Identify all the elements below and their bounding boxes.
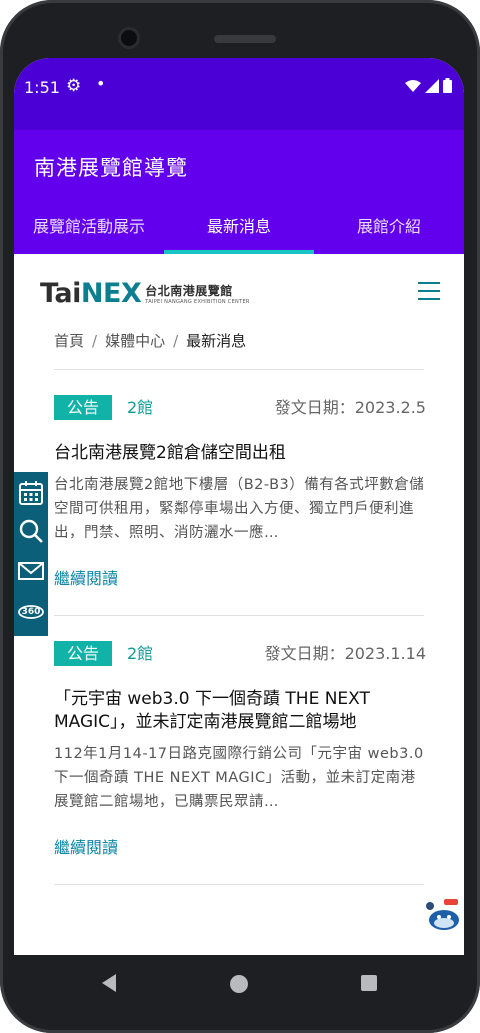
screen: 1:51 ⚙ • 南港展覽館導覽 展覽館活動展示 最新消息 展館介紹 TaiNE… (14, 58, 464, 955)
battery-icon (443, 78, 452, 93)
mascot-chatbot-icon[interactable] (424, 896, 460, 932)
logo-subtitle: 台北南港展覽館 TAIPEI NANGANG EXHIBITION CENTER (145, 282, 249, 305)
front-camera (118, 27, 140, 49)
status-icons (405, 78, 452, 93)
tab-latest-news[interactable]: 最新消息 (164, 210, 314, 254)
search-icon[interactable] (18, 518, 44, 544)
wifi-icon (405, 79, 421, 92)
news-item: 公告 2館 發文日期：2023.1.14 「元宇宙 web3.0 下一個奇蹟 T… (54, 641, 426, 858)
home-icon[interactable] (230, 975, 248, 993)
svg-text:360: 360 (22, 607, 41, 617)
tab-venue-intro[interactable]: 展館介紹 (314, 210, 464, 254)
logo-nex: NEX (80, 278, 142, 309)
read-more-link[interactable]: 繼續閱讀 (54, 834, 426, 858)
news-title[interactable]: 「元宇宙 web3.0 下一個奇蹟 THE NEXT MAGIC」，並未訂定南港… (54, 688, 426, 734)
status-time: 1:51 (24, 78, 60, 97)
side-toolbar: 360 (14, 472, 48, 636)
category-tag: 公告 (54, 641, 113, 666)
breadcrumb-home[interactable]: 首頁 (54, 332, 84, 350)
news-summary: 台北南港展覽2館地下樓層（B2-B3）備有各式坪數倉儲空間可供租用，緊鄰停車場出… (54, 477, 425, 541)
breadcrumb: 首頁 / 媒體中心 / 最新消息 (54, 332, 247, 350)
publish-date: 發文日期：2023.1.14 (264, 644, 426, 663)
divider (54, 369, 424, 370)
recent-apps-icon[interactable] (361, 975, 377, 991)
divider (54, 884, 424, 885)
logo-tai: Tai (40, 278, 81, 309)
signal-icon (425, 78, 439, 93)
gear-icon: ⚙ (66, 76, 82, 96)
news-meta: 公告 2館 發文日期：2023.2.5 (54, 395, 426, 421)
app-bar: 南港展覽館導覽 展覽館活動展示 最新消息 展館介紹 (14, 130, 464, 254)
earpiece-speaker (214, 35, 276, 43)
tainex-logo[interactable]: TaiNEX 台北南港展覽館 TAIPEI NANGANG EXHIBITION… (40, 278, 250, 309)
logo-wordmark: TaiNEX (40, 278, 142, 309)
hamburger-menu-icon[interactable] (418, 282, 440, 300)
back-icon[interactable] (100, 973, 118, 993)
category-tag: 公告 (54, 395, 113, 420)
publish-date: 發文日期：2023.2.5 (274, 398, 426, 417)
app-title: 南港展覽館導覽 (34, 156, 188, 180)
news-meta: 公告 2館 發文日期：2023.1.14 (54, 641, 426, 667)
divider (54, 615, 424, 616)
news-item: 公告 2館 發文日期：2023.2.5 台北南港展覽2館倉儲空間出租 台北南港展… (54, 395, 426, 589)
tab-exhibition-events[interactable]: 展覽館活動展示 (14, 210, 164, 254)
hall-label: 2館 (127, 398, 154, 417)
phone-frame: 1:51 ⚙ • 南港展覽館導覽 展覽館活動展示 最新消息 展館介紹 TaiNE… (0, 0, 480, 1033)
status-bar: 1:51 ⚙ • (14, 58, 464, 130)
calendar-icon[interactable] (18, 480, 44, 506)
breadcrumb-current: 最新消息 (186, 332, 247, 350)
360-view-icon[interactable]: 360 (18, 598, 44, 624)
logo-chinese-name: 台北南港展覽館 (145, 284, 233, 298)
hall-label: 2館 (127, 644, 154, 663)
web-content: TaiNEX 台北南港展覽館 TAIPEI NANGANG EXHIBITION… (14, 254, 464, 955)
mail-icon[interactable] (18, 558, 44, 584)
logo-english-name: TAIPEI NANGANG EXHIBITION CENTER (145, 299, 250, 305)
news-title[interactable]: 台北南港展覽2館倉儲空間出租 (54, 442, 426, 465)
dot-icon: • (96, 74, 106, 93)
news-summary: 112年1月14-17日路克國際行銷公司「元宇宙 web3.0 下一個奇蹟 TH… (54, 746, 424, 810)
tab-bar: 展覽館活動展示 最新消息 展館介紹 (14, 210, 464, 254)
breadcrumb-media-center[interactable]: 媒體中心 (105, 332, 165, 350)
read-more-link[interactable]: 繼續閱讀 (54, 565, 426, 589)
